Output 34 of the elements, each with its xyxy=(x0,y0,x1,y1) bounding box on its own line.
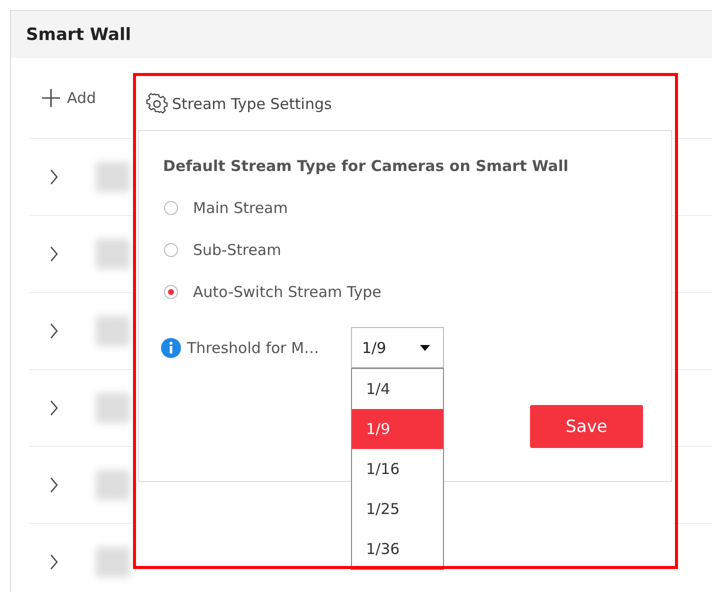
blurred-name xyxy=(96,393,130,423)
dropdown-option[interactable]: 1/9 xyxy=(352,409,443,449)
chevron-icon[interactable] xyxy=(49,554,59,570)
radio-button[interactable] xyxy=(164,201,178,215)
threshold-dropdown[interactable]: 1/9 xyxy=(351,327,444,368)
dropdown-option[interactable]: 1/4 xyxy=(352,369,443,409)
chevron-icon[interactable] xyxy=(49,323,59,339)
chevron-icon[interactable] xyxy=(49,246,59,262)
blurred-name xyxy=(96,470,130,500)
threshold-label: Threshold for M… xyxy=(187,338,320,356)
blurred-name xyxy=(96,239,130,269)
panel-title: Smart Wall xyxy=(26,24,132,44)
radio-label: Main Stream xyxy=(193,199,288,217)
popover-title: Stream Type Settings xyxy=(172,95,332,113)
gear-icon xyxy=(146,93,168,115)
radio-label: Auto-Switch Stream Type xyxy=(193,283,382,301)
dropdown-option[interactable]: 1/25 xyxy=(352,489,443,529)
section-title: Default Stream Type for Cameras on Smart Wall xyxy=(163,157,570,175)
blurred-name xyxy=(96,547,130,577)
blurred-name xyxy=(96,162,130,192)
blurred-name xyxy=(96,316,130,346)
chevron-icon[interactable] xyxy=(49,400,59,416)
radio-button[interactable] xyxy=(164,243,178,257)
info-icon xyxy=(161,338,181,358)
dropdown-option[interactable]: 1/16 xyxy=(352,449,443,489)
radio-label: Sub-Stream xyxy=(193,241,282,259)
caret-icon xyxy=(420,344,430,350)
chevron-icon[interactable] xyxy=(49,169,59,185)
radio-button[interactable] xyxy=(164,285,178,299)
chevron-icon[interactable] xyxy=(49,477,59,493)
save-button[interactable]: Save xyxy=(530,405,643,448)
plus-icon xyxy=(41,88,61,108)
add-button[interactable]: Add xyxy=(39,86,98,110)
dropdown-option[interactable]: 1/36 xyxy=(352,529,443,569)
